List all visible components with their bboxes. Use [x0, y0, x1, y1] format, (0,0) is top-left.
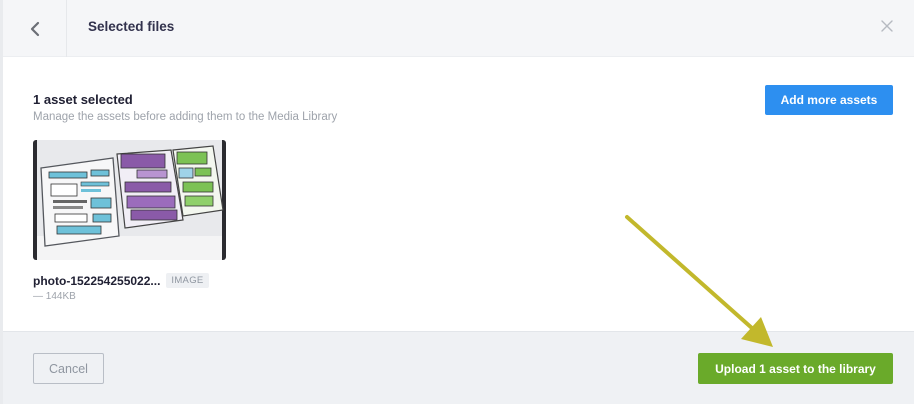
selection-summary: 1 asset selected Manage the assets befor… — [33, 92, 337, 123]
selected-count: 1 asset selected — [33, 92, 133, 107]
upload-to-library-button[interactable]: Upload 1 asset to the library — [698, 353, 893, 384]
chevron-left-icon — [30, 21, 39, 36]
upload-modal: Selected files 1 asset selected Manage t… — [3, 0, 914, 404]
cancel-button[interactable]: Cancel — [33, 353, 104, 384]
asset-card[interactable]: photo-152254255022... IMAGE — 144KB — [33, 140, 229, 302]
asset-size: — 144KB — [33, 291, 76, 302]
modal-header: Selected files — [3, 0, 914, 57]
wireframe-sketch-image — [37, 140, 224, 260]
add-more-assets-button[interactable]: Add more assets — [765, 85, 893, 115]
back-button[interactable] — [3, 0, 67, 57]
arrow-annotation-icon — [625, 215, 773, 347]
modal-title: Selected files — [88, 19, 175, 34]
selection-hint: Manage the assets before adding them to … — [33, 111, 338, 123]
asset-meta: photo-152254255022... IMAGE — [33, 273, 229, 288]
asset-thumbnail[interactable] — [33, 140, 226, 260]
asset-filename: photo-152254255022... — [33, 273, 161, 288]
asset-type-badge: IMAGE — [166, 273, 209, 288]
close-icon[interactable] — [880, 19, 894, 33]
